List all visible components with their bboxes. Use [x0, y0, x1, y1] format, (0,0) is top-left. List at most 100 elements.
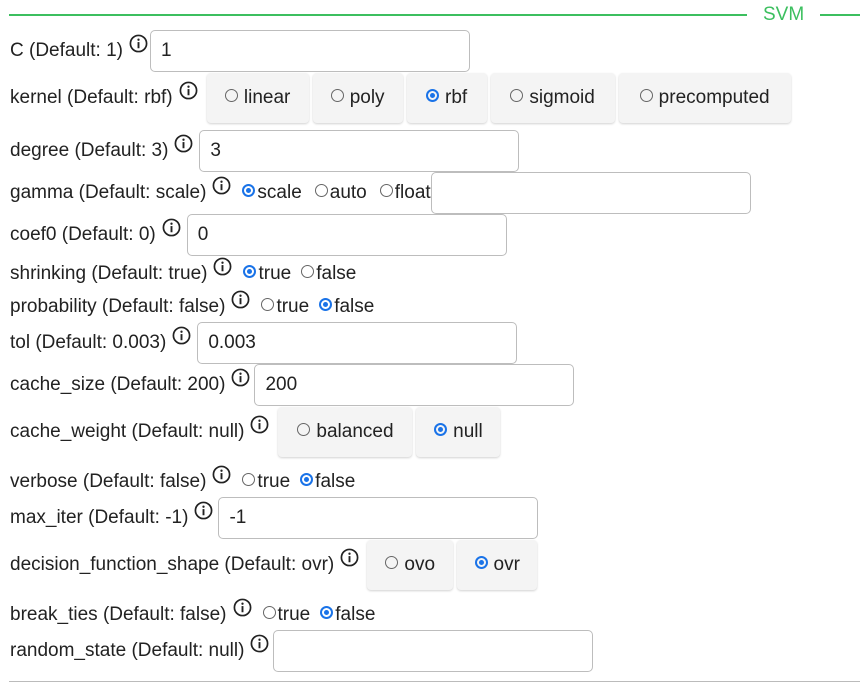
probability-option-false[interactable]: false: [319, 296, 374, 318]
degree-input[interactable]: [199, 130, 520, 172]
option-label: false: [316, 263, 357, 284]
kernel-option-sigmoid[interactable]: sigmoid: [490, 73, 615, 123]
dfs-option-ovo[interactable]: ovo: [367, 540, 454, 590]
radio-false[interactable]: [320, 605, 334, 619]
radio-true[interactable]: [261, 297, 275, 311]
radio-ovo[interactable]: [385, 555, 399, 569]
field-label: kernel (Default: rbf): [10, 87, 173, 108]
info-icon[interactable]: [250, 634, 269, 653]
field-coef0: coef0 (Default: 0): [10, 214, 507, 256]
field-verbose: verbose (Default: false) true false: [10, 465, 355, 497]
info-icon[interactable]: [231, 290, 250, 309]
c-input[interactable]: [149, 30, 470, 72]
verbose-option-true[interactable]: true: [242, 471, 290, 493]
field-max-iter: max_iter (Default: -1): [10, 497, 539, 539]
shrinking-option-false[interactable]: false: [301, 263, 356, 285]
radio-false[interactable]: [319, 297, 333, 311]
kernel-option-linear[interactable]: linear: [206, 73, 309, 123]
max-iter-input[interactable]: [218, 497, 539, 539]
field-label: cache_size (Default: 200): [10, 374, 226, 395]
field-gamma: gamma (Default: scale) scale auto float: [10, 172, 751, 214]
info-icon[interactable]: [194, 501, 213, 520]
radio-true[interactable]: [262, 605, 276, 619]
dfs-option-ovr[interactable]: ovr: [457, 540, 538, 590]
option-label: true: [276, 296, 310, 317]
option-label: linear: [243, 87, 291, 108]
coef0-input[interactable]: [186, 214, 507, 256]
radio-balanced[interactable]: [297, 422, 311, 436]
option-label: true: [277, 604, 311, 625]
field-random-state: random_state (Default: null): [10, 630, 594, 672]
field-label: verbose (Default: false): [10, 471, 207, 492]
field-break-ties: break_ties (Default: false) true false: [10, 598, 375, 630]
break-ties-option-false[interactable]: false: [320, 604, 375, 626]
option-label: poly: [349, 87, 385, 108]
radio-scale[interactable]: [242, 183, 256, 197]
kernel-option-rbf[interactable]: rbf: [406, 73, 487, 123]
cache-weight-option-null[interactable]: null: [416, 407, 501, 457]
break-ties-option-true[interactable]: true: [262, 604, 311, 626]
section-bottom-divider: [9, 681, 860, 682]
kernel-option-precomputed[interactable]: precomputed: [618, 73, 791, 123]
field-label: max_iter (Default: -1): [10, 507, 189, 528]
radio-true[interactable]: [243, 264, 257, 278]
cache-size-input[interactable]: [254, 364, 575, 406]
radio-null[interactable]: [434, 422, 448, 436]
section-title: SVM: [763, 4, 805, 25]
field-label: shrinking (Default: true): [10, 263, 208, 284]
info-icon[interactable]: [250, 415, 269, 434]
info-icon[interactable]: [129, 34, 148, 53]
info-icon[interactable]: [231, 368, 250, 387]
field-cache-size: cache_size (Default: 200): [10, 364, 575, 406]
field-label: gamma (Default: scale): [10, 182, 207, 203]
shrinking-option-true[interactable]: true: [243, 263, 291, 285]
info-icon[interactable]: [212, 176, 231, 195]
option-label: rbf: [445, 87, 468, 108]
option-label: true: [258, 263, 292, 284]
tol-input[interactable]: [197, 322, 518, 364]
section-divider-left: [9, 14, 747, 16]
option-label: precomputed: [658, 87, 770, 108]
radio-ovr[interactable]: [474, 555, 488, 569]
gamma-option-auto[interactable]: auto: [314, 182, 367, 204]
gamma-float-input[interactable]: [430, 172, 751, 214]
info-icon[interactable]: [174, 134, 193, 153]
probability-option-true[interactable]: true: [261, 296, 309, 318]
field-label: probability (Default: false): [10, 296, 226, 317]
radio-true[interactable]: [242, 472, 256, 486]
field-decision-function-shape: decision_function_shape (Default: ovr) o…: [10, 540, 538, 590]
field-label: coef0 (Default: 0): [10, 224, 156, 245]
info-icon[interactable]: [172, 326, 191, 345]
info-icon[interactable]: [340, 548, 359, 567]
field-label: cache_weight (Default: null): [10, 421, 245, 442]
radio-linear[interactable]: [224, 88, 238, 102]
option-label: float: [394, 182, 431, 203]
gamma-option-scale[interactable]: scale: [242, 182, 302, 204]
radio-precomputed[interactable]: [639, 88, 653, 102]
option-label: ovo: [404, 554, 436, 575]
radio-auto[interactable]: [314, 183, 328, 197]
field-cache-weight: cache_weight (Default: null) balanced nu…: [10, 407, 501, 457]
field-label: decision_function_shape (Default: ovr): [10, 554, 335, 575]
cache-weight-option-balanced[interactable]: balanced: [278, 407, 413, 457]
verbose-option-false[interactable]: false: [300, 471, 355, 493]
field-label: tol (Default: 0.003): [10, 332, 167, 353]
gamma-option-float[interactable]: float: [379, 182, 431, 204]
info-icon[interactable]: [212, 465, 231, 484]
random-state-input[interactable]: [273, 630, 594, 672]
info-icon[interactable]: [233, 598, 252, 617]
radio-false[interactable]: [301, 264, 315, 278]
field-kernel: kernel (Default: rbf) linear poly rbf si…: [10, 73, 791, 123]
radio-sigmoid[interactable]: [510, 88, 524, 102]
field-label: break_ties (Default: false): [10, 604, 227, 625]
kernel-option-poly[interactable]: poly: [312, 73, 403, 123]
info-icon[interactable]: [179, 81, 198, 100]
info-icon[interactable]: [213, 257, 232, 276]
radio-false[interactable]: [300, 472, 314, 486]
option-label: false: [335, 604, 376, 625]
radio-poly[interactable]: [330, 88, 344, 102]
option-label: balanced: [316, 421, 394, 442]
info-icon[interactable]: [162, 218, 181, 237]
radio-float[interactable]: [379, 183, 393, 197]
radio-rbf[interactable]: [426, 88, 440, 102]
